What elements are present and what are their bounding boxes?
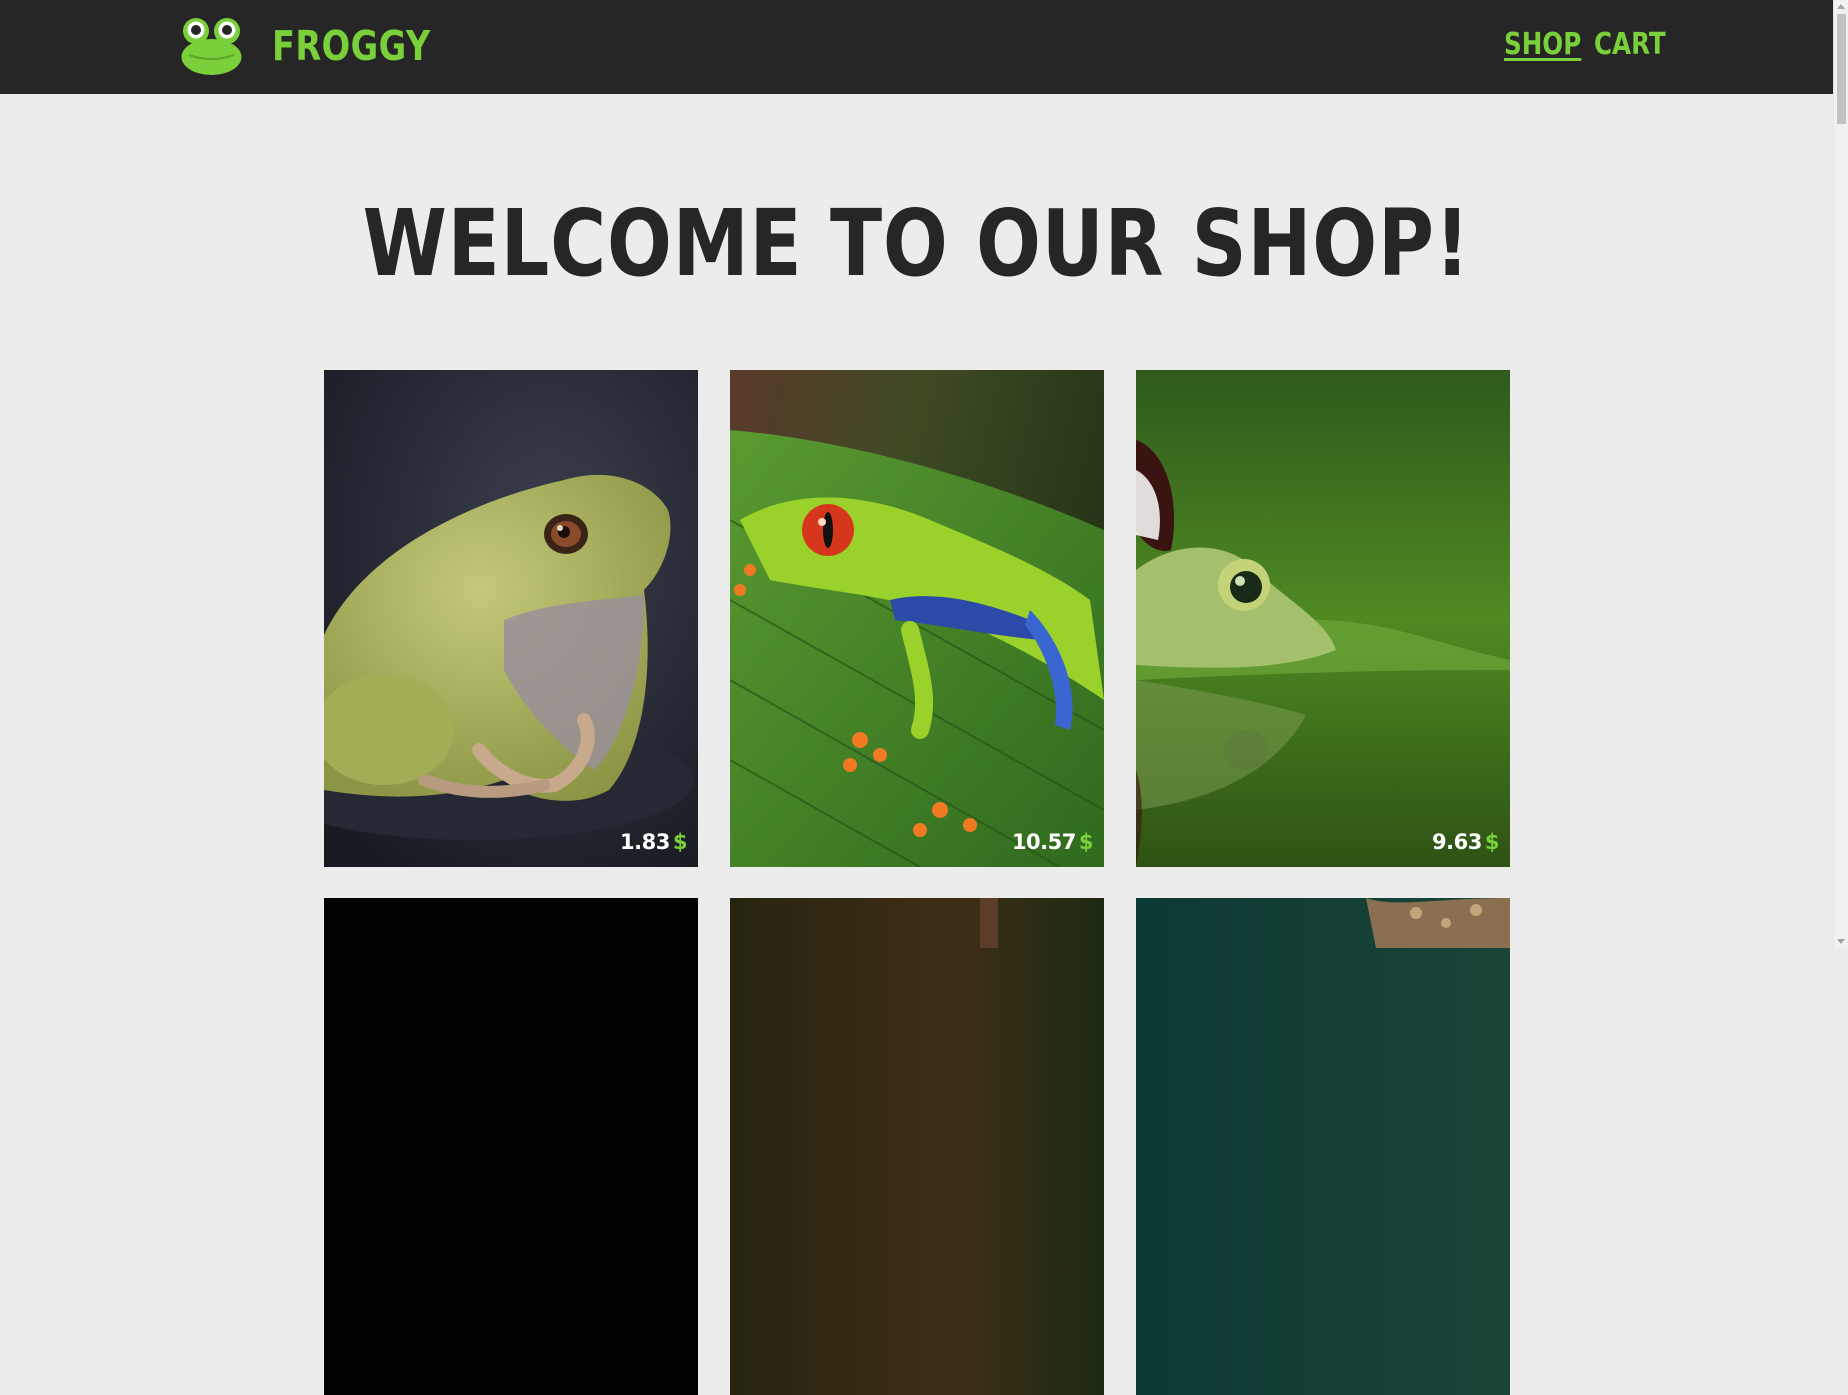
currency-symbol: $ (1078, 830, 1094, 854)
product-image-6 (1136, 898, 1510, 1395)
page-title: WELCOME TO OUR SHOP! (362, 190, 1471, 297)
product-card-5[interactable] (730, 898, 1104, 1395)
brand-name[interactable]: FROGGY (272, 18, 431, 74)
product-card-3[interactable]: 9.63 $ (1136, 370, 1510, 867)
product-image-5 (730, 898, 1104, 1395)
price-value: 1.83 (620, 830, 670, 854)
currency-symbol: $ (1484, 830, 1500, 854)
product-price-1: 1.83 $ (620, 829, 687, 855)
product-card-6[interactable] (1136, 898, 1510, 1395)
product-price-3: 9.63 $ (1432, 829, 1499, 855)
scrollbar-thumb[interactable] (1837, 14, 1846, 124)
product-image-1 (324, 370, 698, 867)
navbar: FROGGY SHOP CART (0, 0, 1833, 94)
nav-shop-link[interactable]: SHOP (1504, 24, 1581, 66)
product-card-2[interactable]: 10.57 $ (730, 370, 1104, 867)
frog-logo-icon[interactable] (181, 17, 242, 75)
price-value: 10.57 (1011, 830, 1076, 854)
page-scrollbar[interactable] (1833, 0, 1848, 948)
product-image-3 (1136, 370, 1510, 867)
product-image-4 (324, 898, 698, 1395)
scroll-up-arrow-icon[interactable] (1837, 4, 1845, 9)
product-card-4[interactable] (324, 898, 698, 1395)
nav-cart-link[interactable]: CART (1594, 24, 1666, 66)
currency-symbol: $ (672, 830, 688, 854)
scroll-down-arrow-icon[interactable] (1837, 939, 1845, 944)
product-card-1[interactable]: 1.83 $ (324, 370, 698, 867)
product-image-2 (730, 370, 1104, 867)
price-value: 9.63 (1432, 830, 1482, 854)
product-price-2: 10.57 $ (1011, 829, 1094, 855)
